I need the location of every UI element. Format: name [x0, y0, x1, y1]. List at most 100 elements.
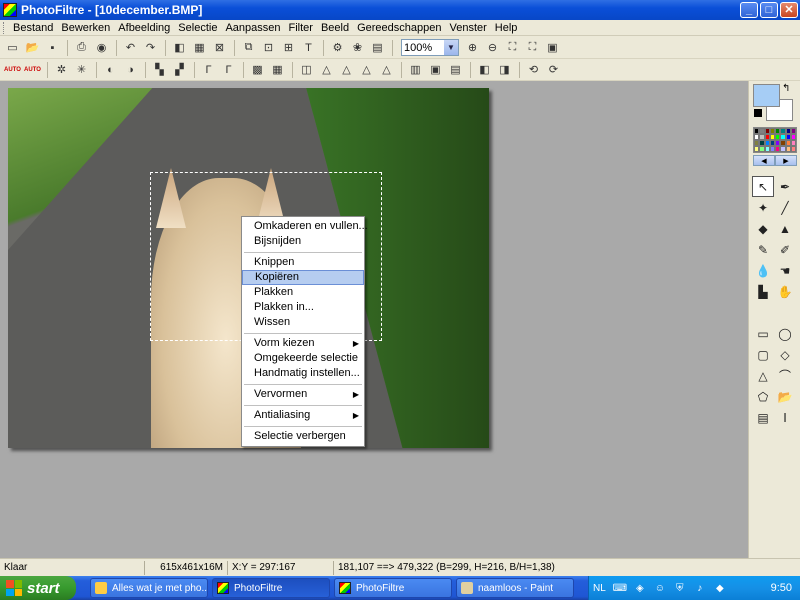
duplicate-icon[interactable]: ⊞ — [279, 38, 298, 57]
ellipse-select-icon[interactable]: ◯ — [774, 323, 796, 344]
polygon-select-icon[interactable]: ⬠ — [752, 386, 774, 407]
language-indicator[interactable]: NL — [593, 583, 606, 594]
soften-icon[interactable]: △ — [337, 60, 356, 79]
auto-contrast-icon[interactable]: AUTO — [23, 60, 42, 79]
close-button[interactable]: ✕ — [780, 2, 798, 18]
taskbar-item-photofiltre-1[interactable]: PhotoFiltre — [212, 578, 330, 598]
gradient-icon[interactable]: ▥ — [406, 60, 425, 79]
rounded-rect-select-icon[interactable]: ▢ — [752, 344, 774, 365]
load-shape-icon[interactable]: 📂 — [774, 386, 796, 407]
crop-icon[interactable]: ⊠ — [210, 38, 229, 57]
blur-icon[interactable]: △ — [317, 60, 336, 79]
fit-image-icon[interactable]: ⛶ — [503, 38, 522, 57]
menu-aanpassen[interactable]: Aanpassen — [221, 22, 284, 34]
volume-icon[interactable]: ♪ — [692, 581, 708, 595]
pointer-tool-icon[interactable]: ↖ — [752, 176, 774, 197]
security-icon[interactable]: ⛨ — [672, 581, 688, 595]
menu-filter[interactable]: Filter — [284, 22, 316, 34]
ctx-kopieren[interactable]: Kopiëren — [242, 270, 364, 285]
transparency-icon[interactable]: ◧ — [170, 38, 189, 57]
brightness-down-icon[interactable]: ✲ — [52, 60, 71, 79]
ctx-omkaderen[interactable]: Omkaderen en vullen... — [242, 219, 368, 234]
menu-gereedschappen[interactable]: Gereedschappen — [353, 22, 445, 34]
mosaic-icon[interactable]: ▦ — [268, 60, 287, 79]
menu-afbeelding[interactable]: Afbeelding — [114, 22, 174, 34]
chevron-down-icon[interactable]: ▼ — [444, 40, 458, 55]
sharpen-more-icon[interactable]: △ — [377, 60, 396, 79]
ctx-bijsnijden[interactable]: Bijsnijden — [242, 234, 364, 249]
grid-icon[interactable]: ▩ — [248, 60, 267, 79]
eyedropper-tool-icon[interactable]: ✒ — [774, 176, 796, 197]
menu-bestand[interactable]: Bestand — [9, 22, 57, 34]
blur-drop-tool-icon[interactable]: 💧 — [752, 260, 774, 281]
texture-icon[interactable]: ▤ — [446, 60, 465, 79]
palette-next-icon[interactable]: ▶ — [775, 155, 797, 166]
brightness-up-icon[interactable]: ✳ — [72, 60, 91, 79]
fullscreen-icon[interactable]: ▣ — [543, 38, 562, 57]
palette-prev-icon[interactable]: ◀ — [753, 155, 775, 166]
stamp-tool-icon[interactable]: ▙ — [752, 281, 774, 302]
rotate-right-icon[interactable]: ⟳ — [544, 60, 563, 79]
plugin-icon[interactable]: ⚙ — [328, 38, 347, 57]
menu-selectie[interactable]: Selectie — [174, 22, 221, 34]
canvas-size-icon[interactable]: ⊡ — [259, 38, 278, 57]
ctx-vorm-kiezen[interactable]: Vorm kiezen ▶ — [242, 336, 364, 351]
menu-venster[interactable]: Venster — [445, 22, 490, 34]
magic-wand-tool-icon[interactable]: ✦ — [752, 197, 774, 218]
flip-vertical-icon[interactable]: ◨ — [495, 60, 514, 79]
minimize-button[interactable]: _ — [740, 2, 758, 18]
brush-tool-icon[interactable]: ✎ — [752, 239, 774, 260]
shield-icon[interactable]: ◆ — [712, 581, 728, 595]
window-icon[interactable]: ▤ — [368, 38, 387, 57]
reset-colors-icon[interactable] — [754, 109, 762, 117]
ctx-plakken[interactable]: Plakken — [242, 285, 364, 300]
ctx-knippen[interactable]: Knippen — [242, 255, 364, 270]
line-tool-icon[interactable]: ╱ — [774, 197, 796, 218]
text-select-icon[interactable]: Ⅰ — [774, 407, 796, 428]
menu-help[interactable]: Help — [491, 22, 522, 34]
rectangle-select-icon[interactable]: ▭ — [752, 323, 774, 344]
text-tool-icon[interactable]: T — [299, 38, 318, 57]
contrast-up-icon[interactable]: ◑ — [121, 60, 140, 79]
image-size-icon[interactable]: ⧉ — [239, 38, 258, 57]
new-file-icon[interactable]: ▭ — [3, 38, 22, 57]
print-icon[interactable]: ⎙ — [72, 38, 91, 57]
auto-levels-icon[interactable]: AUTO — [3, 60, 22, 79]
color-palette[interactable] — [753, 127, 797, 153]
foreground-color-swatch[interactable] — [753, 84, 780, 107]
finger-tool-icon[interactable]: ☚ — [774, 260, 796, 281]
fill-bucket-tool-icon[interactable]: ◆ — [752, 218, 774, 239]
diamond-select-icon[interactable]: ◇ — [774, 344, 796, 365]
save-icon[interactable]: ▪ — [43, 38, 62, 57]
maximize-button[interactable]: □ — [760, 2, 778, 18]
ctx-handmatig-instellen[interactable]: Handmatig instellen... — [242, 366, 364, 381]
gamma-down-icon[interactable]: Γ — [199, 60, 218, 79]
open-folder-icon[interactable]: 📂 — [23, 38, 42, 57]
undo-icon[interactable]: ↶ — [121, 38, 140, 57]
menu-beeld[interactable]: Beeld — [317, 22, 353, 34]
spray-tool-icon[interactable]: ▲ — [774, 218, 796, 239]
actual-size-icon[interactable]: ⛶ — [523, 38, 542, 57]
ctx-antialiasing[interactable]: Antialiasing ▶ — [242, 408, 364, 423]
taskbar-item-browser[interactable]: Alles wat je met pho... — [90, 578, 208, 598]
zoom-in-icon[interactable]: ⊕ — [463, 38, 482, 57]
taskbar-item-photofiltre-2[interactable]: PhotoFiltre — [334, 578, 452, 598]
photofiltre-app-icon[interactable] — [3, 3, 17, 17]
contrast-down-icon[interactable]: ◐ — [101, 60, 120, 79]
rotate-left-icon[interactable]: ⟲ — [524, 60, 543, 79]
emboss-icon[interactable]: ◫ — [297, 60, 316, 79]
select-options-icon[interactable]: ▤ — [752, 407, 774, 428]
network-icon[interactable]: ◈ — [632, 581, 648, 595]
menu-bewerken[interactable]: Bewerken — [57, 22, 114, 34]
taskbar-item-paint[interactable]: naamloos - Paint — [456, 578, 574, 598]
ctx-selectie-verbergen[interactable]: Selectie verbergen — [242, 429, 364, 444]
zoom-out-icon[interactable]: ⊖ — [483, 38, 502, 57]
advanced-brush-tool-icon[interactable]: ✐ — [774, 239, 796, 260]
ctx-plakken-in[interactable]: Plakken in... — [242, 300, 364, 315]
flip-horizontal-icon[interactable]: ◧ — [475, 60, 494, 79]
ctx-wissen[interactable]: Wissen — [242, 315, 364, 330]
zoom-select[interactable]: 100% ▼ — [401, 39, 459, 56]
color-picker-icon[interactable]: ❀ — [348, 38, 367, 57]
triangle-select-icon[interactable]: △ — [752, 365, 774, 386]
ctx-vervormen[interactable]: Vervormen ▶ — [242, 387, 364, 402]
